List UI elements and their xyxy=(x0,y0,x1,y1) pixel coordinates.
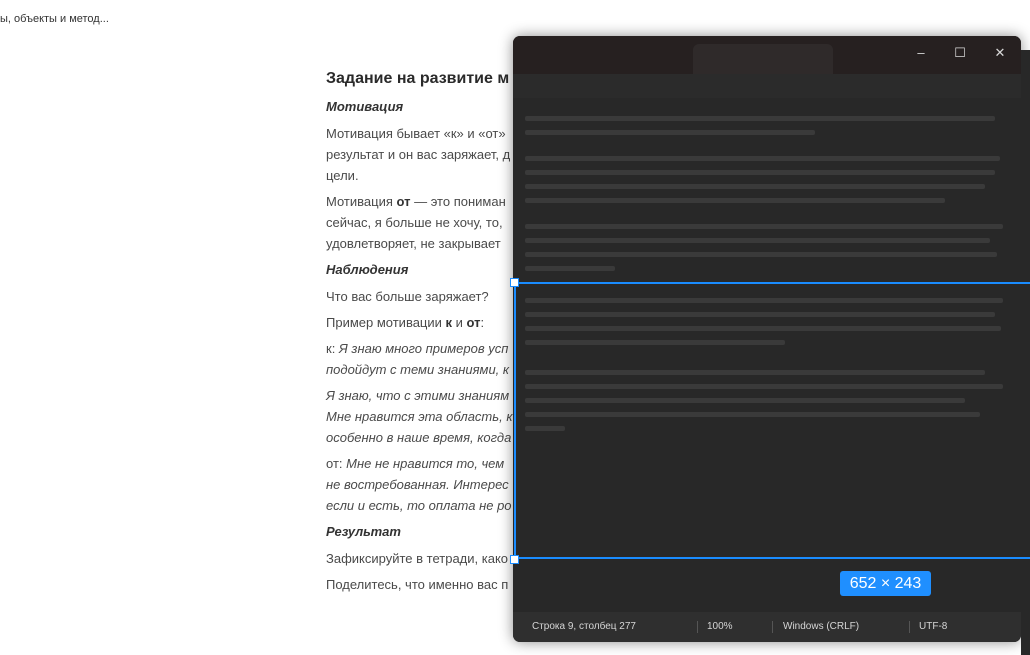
blurred-text-line xyxy=(525,116,995,121)
minimize-button[interactable]: – xyxy=(909,42,933,64)
status-bar: Строка 9, столбец 277 100% Windows (CRLF… xyxy=(513,612,1021,642)
blurred-text-line xyxy=(525,198,945,203)
blurred-text-line xyxy=(525,130,815,135)
text: : xyxy=(480,315,485,330)
text: — это пониман xyxy=(410,194,506,209)
italic-text: Мне нравится эта область, к xyxy=(326,409,513,424)
blurred-text-line xyxy=(525,224,1003,229)
resize-handle-bottom-left[interactable] xyxy=(510,555,519,564)
divider xyxy=(772,621,773,633)
blurred-text-line xyxy=(525,170,995,175)
tab-active[interactable] xyxy=(693,44,833,74)
italic-text: не востребованная. Интерес xyxy=(326,477,509,492)
blurred-text-line xyxy=(525,238,990,243)
capture-selection-rect[interactable] xyxy=(514,282,1030,559)
close-button[interactable]: ✕ xyxy=(988,42,1012,64)
text: и xyxy=(452,315,467,330)
italic-text: Я знаю много примеров усп xyxy=(338,341,509,356)
text: Мотивация xyxy=(326,194,397,209)
italic-text: подойдут с теми знаниями, к xyxy=(326,362,510,377)
resize-handle-top-left[interactable] xyxy=(510,278,519,287)
divider xyxy=(909,621,910,633)
bold-text: от xyxy=(396,194,411,209)
blurred-text-line xyxy=(525,266,615,271)
blurred-text-line xyxy=(525,156,1000,161)
maximize-button[interactable]: ☐ xyxy=(948,42,972,64)
breadcrumb[interactable]: ы, объекты и метод... xyxy=(0,13,109,25)
encoding[interactable]: UTF-8 xyxy=(919,621,947,632)
selection-size-badge: 652 × 243 xyxy=(840,571,931,596)
cursor-position: Строка 9, столбец 277 xyxy=(532,621,636,632)
italic-text: особенно в наше время, когда xyxy=(326,430,512,445)
menu-bar xyxy=(513,74,1021,98)
italic-text: если и есть, то оплата не ро xyxy=(326,498,512,513)
text: Пример мотивации xyxy=(326,315,446,330)
italic-text: Мне не нравится то, чем xyxy=(346,456,505,471)
blurred-text-line xyxy=(525,184,985,189)
blurred-text-line xyxy=(525,252,997,257)
line-endings[interactable]: Windows (CRLF) xyxy=(783,621,859,632)
title-bar[interactable]: – ☐ ✕ xyxy=(513,36,1021,74)
zoom-level[interactable]: 100% xyxy=(707,621,733,632)
bold-text: от xyxy=(466,315,481,330)
text: от: xyxy=(326,456,347,471)
italic-text: Я знаю, что с этими знаниям xyxy=(326,388,510,403)
divider xyxy=(697,621,698,633)
text: к: xyxy=(326,341,339,356)
